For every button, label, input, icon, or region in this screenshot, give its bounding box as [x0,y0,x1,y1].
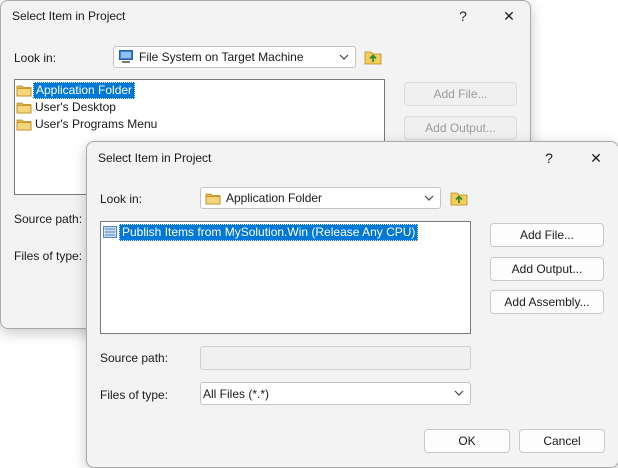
files-of-type-value: All Files (*.*) [203,386,270,401]
folder-icon [16,82,32,98]
ok-button[interactable]: OK [424,429,510,453]
help-button[interactable]: ? [540,149,558,167]
source-path-label: Source path: [100,351,169,365]
files-of-type-label: Files of type: [100,388,169,402]
dialog-title: Select Item in Project [98,151,212,165]
chevron-down-icon [338,50,350,64]
folder-icon [16,99,32,115]
close-button[interactable]: ✕ [500,7,518,25]
list-item-users-desktop[interactable]: User's Desktop [16,99,118,115]
list-item-users-programs-menu[interactable]: User's Programs Menu [16,116,159,132]
list-item-label: Publish Items from MySolution.Win (Relea… [119,223,419,241]
look-in-value: Application Folder [226,191,323,205]
folder-up-icon[interactable] [363,47,383,67]
list-item-label: User's Programs Menu [35,116,158,131]
add-output-button[interactable]: Add Output... [490,257,604,281]
add-file-button[interactable]: Add File... [404,82,517,106]
folder-up-icon[interactable] [449,188,469,208]
dialog-title: Select Item in Project [12,9,126,23]
list-item-publish-items[interactable]: Publish Items from MySolution.Win (Relea… [102,223,419,241]
close-button[interactable]: ✕ [587,149,605,167]
project-output-icon [103,226,117,238]
chevron-down-icon [453,386,465,400]
look-in-combo[interactable]: File System on Target Machine [113,46,356,68]
help-button[interactable]: ? [454,7,472,25]
look-in-label: Look in: [100,192,143,206]
add-file-button[interactable]: Add File... [490,223,604,247]
list-item-label: User's Desktop [35,99,116,114]
files-of-type-combo[interactable]: All Files (*.*) [200,382,471,405]
look-in-label: Look in: [14,51,57,65]
item-list[interactable]: Publish Items from MySolution.Win (Relea… [100,221,471,334]
source-path-label: Source path: [14,212,83,226]
computer-icon [119,50,133,63]
add-output-button[interactable]: Add Output... [404,116,517,140]
front-dialog: Select Item in Project ? ✕ Look in: Appl… [86,141,618,468]
list-item-application-folder[interactable]: Application Folder [16,81,136,99]
files-of-type-label: Files of type: [14,249,83,263]
source-path-field [200,346,471,370]
folder-icon [205,190,221,206]
cancel-button[interactable]: Cancel [519,429,605,453]
look-in-value: File System on Target Machine [139,50,304,64]
look-in-combo[interactable]: Application Folder [200,187,441,209]
chevron-down-icon [423,191,435,205]
add-assembly-button[interactable]: Add Assembly... [490,290,604,314]
folder-icon [16,116,32,132]
list-item-label: Application Folder [33,81,136,99]
